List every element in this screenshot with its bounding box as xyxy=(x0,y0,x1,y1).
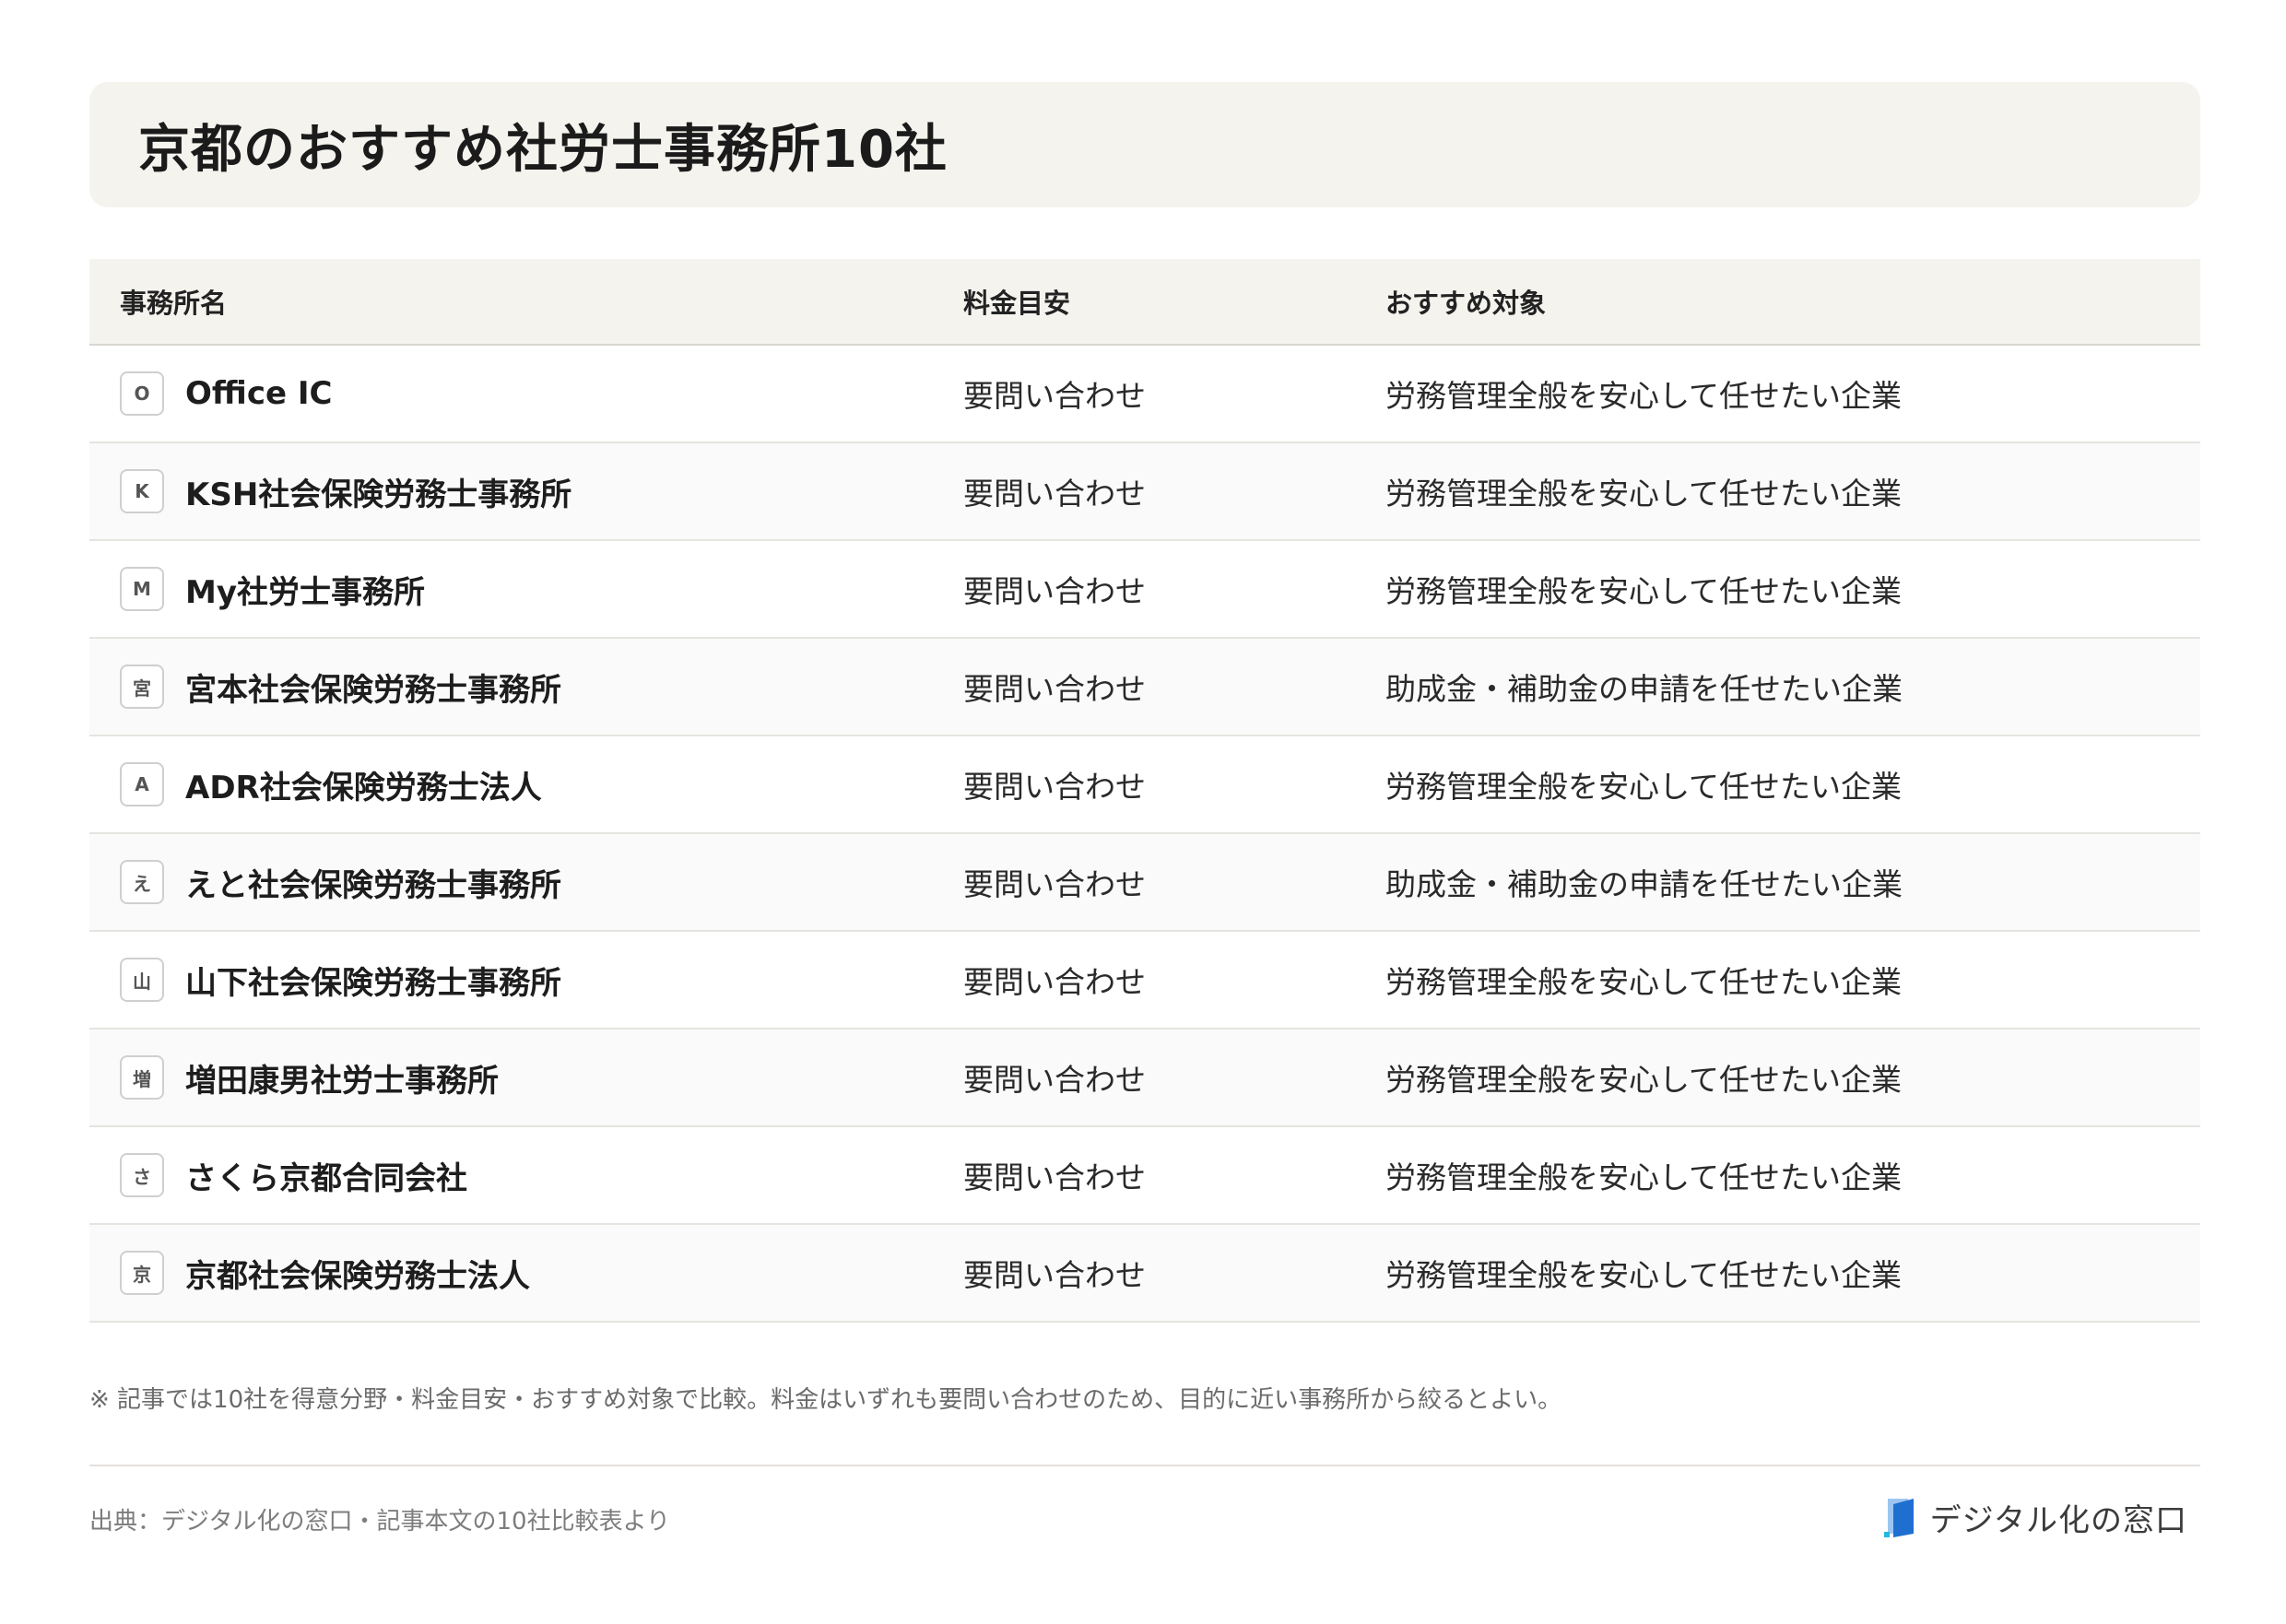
office-name: KSH社会保険労務士事務所 xyxy=(185,476,572,513)
office-name-cell: 増 増田康男社労士事務所 xyxy=(120,1055,499,1100)
office-initial-badge: 山 xyxy=(120,958,164,1002)
comparison-table: 事務所名 料金目安 おすすめ対象 O Office IC 要問い合わせ 労務管理… xyxy=(89,259,2200,1323)
office-name-cell: K KSH社会保険労務士事務所 xyxy=(120,469,572,514)
price-cell: 要問い合わせ xyxy=(963,573,1146,609)
office-initial-badge: 京 xyxy=(120,1251,164,1295)
table-row: M My社労士事務所 要問い合わせ 労務管理全般を安心して任せたい企業 xyxy=(89,541,2200,639)
office-name-cell: さ さくら京都合同会社 xyxy=(120,1153,467,1198)
office-name: 増田康男社労士事務所 xyxy=(185,1062,499,1100)
price-cell: 要問い合わせ xyxy=(963,1257,1146,1293)
price-cell: 要問い合わせ xyxy=(963,964,1146,1000)
office-initial-badge: K xyxy=(120,469,164,513)
source-citation: 出典：デジタル化の窓口・記事本文の10社比較表より xyxy=(89,1508,671,1536)
price-cell: 要問い合わせ xyxy=(963,378,1146,414)
target-cell: 労務管理全般を安心して任せたい企業 xyxy=(1385,1062,1903,1098)
office-name-cell: 山 山下社会保険労務士事務所 xyxy=(120,958,561,1003)
table-row: 宮 宮本社会保険労務士事務所 要問い合わせ 助成金・補助金の申請を任せたい企業 xyxy=(89,639,2200,736)
price-cell: 要問い合わせ xyxy=(963,1062,1146,1098)
office-initial-badge: M xyxy=(120,567,164,611)
brand-logo: デジタル化の窓口 xyxy=(1882,1495,2187,1540)
target-cell: 労務管理全般を安心して任せたい企業 xyxy=(1385,1257,1903,1293)
header-target: おすすめ対象 xyxy=(1385,288,1547,319)
page-title: 京都のおすすめ社労士事務所10社 xyxy=(138,119,948,180)
office-name: 山下社会保険労務士事務所 xyxy=(185,964,561,1002)
office-name: さくら京都合同会社 xyxy=(185,1159,467,1197)
office-initial-badge: O xyxy=(120,371,164,416)
office-name-cell: O Office IC xyxy=(120,371,332,416)
office-initial-badge: 宮 xyxy=(120,665,164,709)
document-logo-icon xyxy=(1883,1498,1914,1537)
brand-logo-text: デジタル化の窓口 xyxy=(1929,1502,2187,1539)
target-cell: 助成金・補助金の申請を任せたい企業 xyxy=(1385,671,1903,707)
header-price: 料金目安 xyxy=(963,288,1071,319)
table-header: 事務所名 料金目安 おすすめ対象 xyxy=(89,259,2200,346)
price-cell: 要問い合わせ xyxy=(963,866,1146,902)
table-row: え えと社会保険労務士事務所 要問い合わせ 助成金・補助金の申請を任せたい企業 xyxy=(89,834,2200,932)
header-office-name: 事務所名 xyxy=(120,288,228,319)
target-cell: 労務管理全般を安心して任せたい企業 xyxy=(1385,378,1903,414)
footnote: ※ 記事では10社を得意分野・料金目安・おすすめ対象で比較。料金はいずれも要問い… xyxy=(89,1386,1562,1414)
office-name-cell: M My社労士事務所 xyxy=(120,567,425,612)
table-row: K KSH社会保険労務士事務所 要問い合わせ 労務管理全般を安心して任せたい企業 xyxy=(89,443,2200,541)
office-initial-badge: え xyxy=(120,860,164,904)
office-name: えと社会保険労務士事務所 xyxy=(185,866,561,904)
office-name-cell: え えと社会保険労務士事務所 xyxy=(120,860,561,905)
target-cell: 労務管理全般を安心して任せたい企業 xyxy=(1385,769,1903,805)
office-name-cell: 宮 宮本社会保険労務士事務所 xyxy=(120,665,561,710)
office-initial-badge: 増 xyxy=(120,1055,164,1100)
price-cell: 要問い合わせ xyxy=(963,1159,1146,1195)
office-initial-badge: さ xyxy=(120,1153,164,1197)
office-name: Office IC xyxy=(185,375,333,412)
target-cell: 労務管理全般を安心して任せたい企業 xyxy=(1385,573,1903,609)
price-cell: 要問い合わせ xyxy=(963,476,1146,512)
target-cell: 労務管理全般を安心して任せたい企業 xyxy=(1385,964,1903,1000)
office-name: ADR社会保険労務士法人 xyxy=(185,769,542,806)
price-cell: 要問い合わせ xyxy=(963,671,1146,707)
target-cell: 助成金・補助金の申請を任せたい企業 xyxy=(1385,866,1903,902)
table-row: O Office IC 要問い合わせ 労務管理全般を安心して任せたい企業 xyxy=(89,346,2200,443)
table-row: 増 増田康男社労士事務所 要問い合わせ 労務管理全般を安心して任せたい企業 xyxy=(89,1030,2200,1127)
target-cell: 労務管理全般を安心して任せたい企業 xyxy=(1385,476,1903,512)
office-name: 京都社会保険労務士法人 xyxy=(185,1257,530,1295)
office-name: 宮本社会保険労務士事務所 xyxy=(185,671,561,709)
price-cell: 要問い合わせ xyxy=(963,769,1146,805)
office-name-cell: 京 京都社会保険労務士法人 xyxy=(120,1251,530,1296)
table-row: さ さくら京都合同会社 要問い合わせ 労務管理全般を安心して任せたい企業 xyxy=(89,1127,2200,1225)
divider xyxy=(89,1465,2200,1466)
table-row: 京 京都社会保険労務士法人 要問い合わせ 労務管理全般を安心して任せたい企業 xyxy=(89,1225,2200,1323)
table-row: 山 山下社会保険労務士事務所 要問い合わせ 労務管理全般を安心して任せたい企業 xyxy=(89,932,2200,1030)
office-name: My社労士事務所 xyxy=(185,573,425,611)
table-row: A ADR社会保険労務士法人 要問い合わせ 労務管理全般を安心して任せたい企業 xyxy=(89,736,2200,834)
target-cell: 労務管理全般を安心して任せたい企業 xyxy=(1385,1159,1903,1195)
office-name-cell: A ADR社会保険労務士法人 xyxy=(120,762,542,807)
office-initial-badge: A xyxy=(120,762,164,806)
title-banner: 京都のおすすめ社労士事務所10社 xyxy=(89,82,2200,207)
